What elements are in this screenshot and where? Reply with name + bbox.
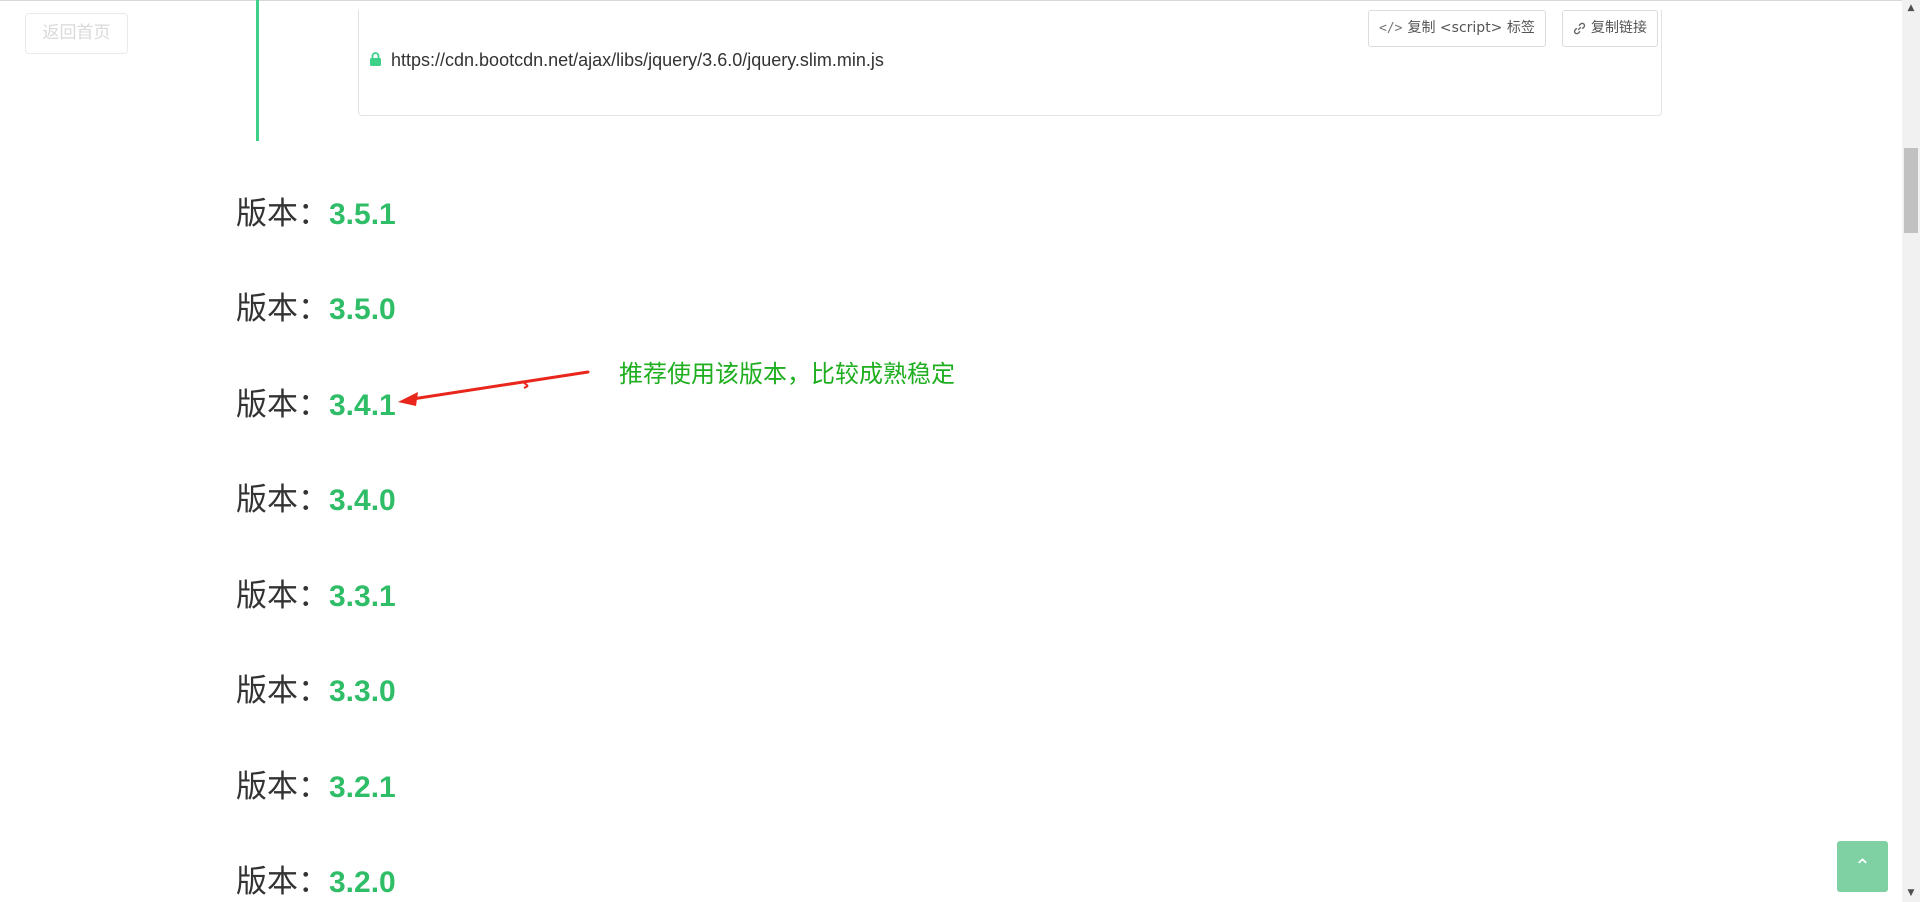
copy-script-tag-label: 复制 <script> 标签 <box>1407 20 1535 36</box>
version-number[interactable]: 3.2.0 <box>329 866 396 900</box>
version-item[interactable]: 版本： 3.5.1 <box>236 188 396 233</box>
top-divider <box>0 0 1902 1</box>
copy-link-label: 复制链接 <box>1591 20 1647 36</box>
chevron-up-icon: ⌃ <box>1854 854 1871 878</box>
copy-script-tag-button[interactable]: </> 复制 <script> 标签 <box>1368 10 1546 47</box>
version-label: 版本： <box>236 578 329 614</box>
version-number[interactable]: 3.5.0 <box>329 293 396 327</box>
scroll-down-arrow-icon[interactable]: ▼ <box>1902 885 1920 902</box>
version-label: 版本： <box>236 196 329 232</box>
version-label: 版本： <box>236 482 329 518</box>
version-item[interactable]: 版本： 3.2.0 <box>236 856 396 901</box>
version-number[interactable]: 3.5.1 <box>329 198 396 232</box>
cdn-url[interactable]: https://cdn.bootcdn.net/ajax/libs/jquery… <box>391 50 884 71</box>
copy-link-button[interactable]: 复制链接 <box>1562 10 1658 47</box>
version-number[interactable]: 3.2.1 <box>329 771 396 805</box>
scrollbar-thumb[interactable] <box>1904 148 1918 233</box>
version-label: 版本： <box>236 673 329 709</box>
link-icon <box>1573 22 1586 35</box>
version-number[interactable]: 3.4.0 <box>329 484 396 518</box>
version-label: 版本： <box>236 769 329 805</box>
version-number[interactable]: 3.4.1 <box>329 389 396 423</box>
version-label: 版本： <box>236 387 329 423</box>
lock-icon <box>370 52 381 66</box>
code-icon: </> <box>1379 21 1403 36</box>
version-item[interactable]: 版本： 3.4.0 <box>236 474 396 519</box>
cdn-link-card: https://cdn.bootcdn.net/ajax/libs/jquery… <box>358 10 1662 116</box>
scroll-up-arrow-icon[interactable]: ▲ <box>1902 0 1920 17</box>
version-label: 版本： <box>236 864 329 900</box>
annotation-arrow-icon <box>398 370 590 406</box>
version-number[interactable]: 3.3.1 <box>329 580 396 614</box>
page-scrollbar[interactable]: ▲ ▼ <box>1902 0 1920 902</box>
section-accent-rail <box>256 0 259 141</box>
version-item[interactable]: 版本： 3.4.1 <box>236 379 396 424</box>
back-home-button[interactable]: 返回首页 <box>25 13 128 54</box>
version-item[interactable]: 版本： 3.3.1 <box>236 570 396 615</box>
version-item[interactable]: 版本： 3.2.1 <box>236 761 396 806</box>
scroll-to-top-button[interactable]: ⌃ <box>1837 841 1888 892</box>
version-number[interactable]: 3.3.0 <box>329 675 396 709</box>
version-item[interactable]: 版本： 3.5.0 <box>236 283 396 328</box>
version-label: 版本： <box>236 291 329 327</box>
annotation-text: 推荐使用该版本，比较成熟稳定 <box>619 360 955 388</box>
version-item[interactable]: 版本： 3.3.0 <box>236 665 396 710</box>
